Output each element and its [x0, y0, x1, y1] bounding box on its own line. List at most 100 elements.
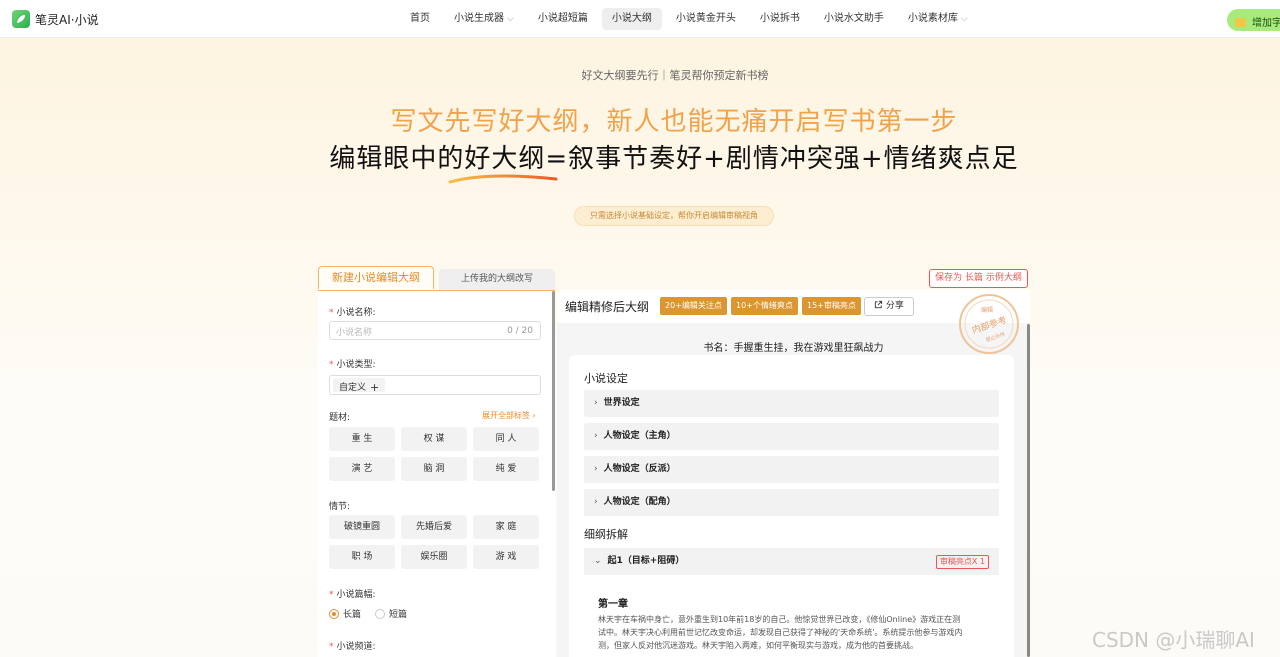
name-char-count: 0 / 20 [507, 326, 533, 336]
top-navbar: 笔灵AI·小说 首页 小说生成器 ⌵ 小说超短篇 小说大纲 小说黄金开头 小说拆书 小说水文助… [0, 0, 1280, 38]
nav-item-label: 小说大纲 [611, 13, 652, 24]
nav-item-2[interactable]: 小说超短篇 [528, 8, 598, 30]
save-example-button[interactable]: 保存为 长篇 示例大纲 [929, 269, 1028, 288]
plot-option[interactable]: 职 场 [329, 545, 395, 569]
nav-item-label: 小说水文助手 [823, 13, 884, 24]
chapter-title: 第一章 [598, 599, 628, 610]
nav-item-5[interactable]: 小说拆书 [750, 8, 810, 30]
nav-item-4[interactable]: 小说黄金开头 [666, 8, 746, 30]
setting-accordion[interactable]: › 人物设定（主角） [584, 423, 999, 450]
leaf-logo-icon [12, 10, 30, 28]
coin-icon [1235, 18, 1246, 27]
setting-accordion[interactable]: › 人物设定（反派） [584, 456, 999, 483]
outline-form: * 小说名称: 小说名称 0 / 20 * 小说类型: 自定义 + 题材: 展开全部标… [318, 290, 555, 657]
hero-subheadline: 编辑眼中的好大纲=叙事节奏好+剧情冲突强+情绪爽点足 [329, 144, 1019, 174]
review-highlight-tag: 审稿亮点X 1 [935, 555, 989, 569]
theme-option[interactable]: 演 艺 [329, 457, 395, 481]
nav-item-label: 首页 [410, 13, 430, 24]
theme-option[interactable]: 权 谋 [401, 427, 467, 451]
stamp-top-text: 编辑 [981, 306, 993, 314]
channel-label: * 小说频道: [329, 642, 376, 652]
logo[interactable]: 笔灵AI·小说 [12, 10, 99, 28]
expand-tags-link[interactable]: 展开全部标签 › [482, 410, 536, 421]
form-scrollbar[interactable] [552, 291, 555, 491]
tab-new-outline[interactable]: 新建小说编辑大纲 [318, 266, 434, 289]
chevron-down-icon: ⌵ [507, 14, 514, 24]
chevron-down-icon: ⌵ [960, 14, 968, 24]
outline-card: 小说设定 › 世界设定 › 人物设定（主角） › 人物设定（反派） › 人物设定（配角） 细纲… [569, 355, 1014, 657]
outline-section-title: 细纲拆解 [584, 528, 628, 541]
plus-icon: + [370, 381, 380, 394]
length-label: * 小说篇幅: [329, 590, 376, 600]
radio-short-label: 短篇 [389, 610, 408, 620]
app-name: 笔灵AI·小说 [35, 12, 99, 27]
radio-long[interactable] [329, 608, 339, 619]
tab-upload-outline[interactable]: 上传我的大纲改写 [439, 269, 555, 290]
setting-accordion[interactable]: › 世界设定 [584, 390, 999, 417]
nav-item-label: 小说生成器 [454, 13, 504, 24]
share-button[interactable]: 分享 [864, 297, 914, 316]
chevron-down-icon: ⌄ [594, 556, 602, 566]
hint-pill: 只需选择小说基础设定，帮你开启编辑审稿视角 [574, 206, 774, 226]
result-title: 编辑精修后大纲 [565, 300, 650, 314]
novel-name-label: * 小说名称: [329, 308, 376, 318]
plot-option[interactable]: 娱乐圈 [401, 545, 467, 569]
nav-item-3[interactable]: 小说大纲 [601, 8, 662, 30]
book-name: 书名：手握重生挂，我在游戏里狂飙战力 [703, 343, 884, 354]
plot-label: 情节: [329, 502, 351, 512]
result-scrollbar[interactable] [1027, 324, 1030, 657]
theme-option[interactable]: 纯 爱 [473, 457, 539, 481]
plot-option[interactable]: 家 庭 [473, 515, 539, 539]
nav-item-label: 小说素材库 [907, 13, 958, 24]
csdn-watermark: CSDN @小瑞聊AI [1092, 628, 1255, 652]
novel-type-label: * 小说类型: [329, 360, 376, 370]
plot-option[interactable]: 破镜重圆 [329, 515, 395, 539]
share-label: 分享 [885, 301, 904, 311]
nav-item-label: 小说拆书 [759, 13, 800, 24]
share-icon [874, 300, 883, 309]
main-nav: 首页 小说生成器 ⌵ 小说超短篇 小说大纲 小说黄金开头 小说拆书 小说水文助手 小说素材库 ⌵ [400, 8, 982, 30]
chapter-text: 林天宇在车祸中身亡，意外重生到10年前18岁的自己。他惊觉世界已改变，《修仙On… [598, 615, 963, 650]
hero-tagline: 好文大纲要先行｜笔灵帮你预定新书榜 [581, 69, 769, 82]
setting-label: 人物设定（反派） [603, 464, 676, 474]
badge-emotion-points: 10+个情绪爽点 [731, 297, 798, 315]
theme-label: 题材: [329, 413, 351, 423]
result-panel: 编辑精修后大纲 20+编辑关注点 10+个情绪爽点 15+审稿亮点 分享 编辑 … [557, 290, 1030, 657]
chevron-right-icon: › [594, 497, 598, 507]
nav-item-7[interactable]: 小说素材库 ⌵ [898, 8, 978, 30]
outline-item-label: 起1（目标+阻碍） [607, 556, 685, 566]
nav-item-label: 小说超短篇 [537, 13, 588, 24]
chevron-right-icon: › [594, 398, 598, 408]
hero-headline: 写文先写好大纲，新人也能无痛开启写书第一步 [390, 107, 958, 137]
setting-label: 世界设定 [603, 398, 640, 408]
novel-name-placeholder: 小说名称 [336, 328, 373, 338]
theme-option[interactable]: 同 人 [473, 427, 539, 451]
add-words-label: 增加字数 [1252, 18, 1280, 29]
theme-option[interactable]: 脑 洞 [401, 457, 467, 481]
badge-review-points: 15+审稿亮点 [802, 297, 861, 315]
nav-item-1[interactable]: 小说生成器 ⌵ [444, 8, 524, 30]
radio-long-label: 长篇 [343, 610, 362, 620]
novel-type-select[interactable]: 自定义 + [329, 375, 541, 395]
setting-label: 人物设定（配角） [603, 497, 676, 507]
chevron-right-icon: › [594, 431, 598, 441]
outline-item-start[interactable]: ⌄ 起1（目标+阻碍） 审稿亮点X 1 [584, 548, 999, 575]
chevron-right-icon: › [532, 411, 536, 420]
add-words-button[interactable]: 增加字数 [1227, 9, 1280, 31]
novel-name-input[interactable]: 小说名称 0 / 20 [329, 321, 541, 340]
length-radio-group: 长篇 短篇 [329, 607, 407, 620]
type-chip[interactable]: 自定义 + [333, 378, 386, 394]
nav-item-label: 小说黄金开头 [675, 13, 736, 24]
chevron-right-icon: › [594, 464, 598, 474]
setting-accordion[interactable]: › 人物设定（配角） [584, 489, 999, 516]
setting-section-title: 小说设定 [584, 372, 628, 385]
radio-short[interactable] [375, 608, 386, 619]
plot-option[interactable]: 游 戏 [473, 545, 539, 569]
theme-option[interactable]: 重 生 [329, 427, 395, 451]
badge-editor-points: 20+编辑关注点 [660, 297, 727, 315]
swoosh-underline [448, 174, 558, 184]
nav-item-0[interactable]: 首页 [400, 8, 440, 30]
nav-item-6[interactable]: 小说水文助手 [814, 8, 894, 30]
plot-option[interactable]: 先婚后爱 [401, 515, 467, 539]
setting-label: 人物设定（主角） [603, 431, 676, 441]
